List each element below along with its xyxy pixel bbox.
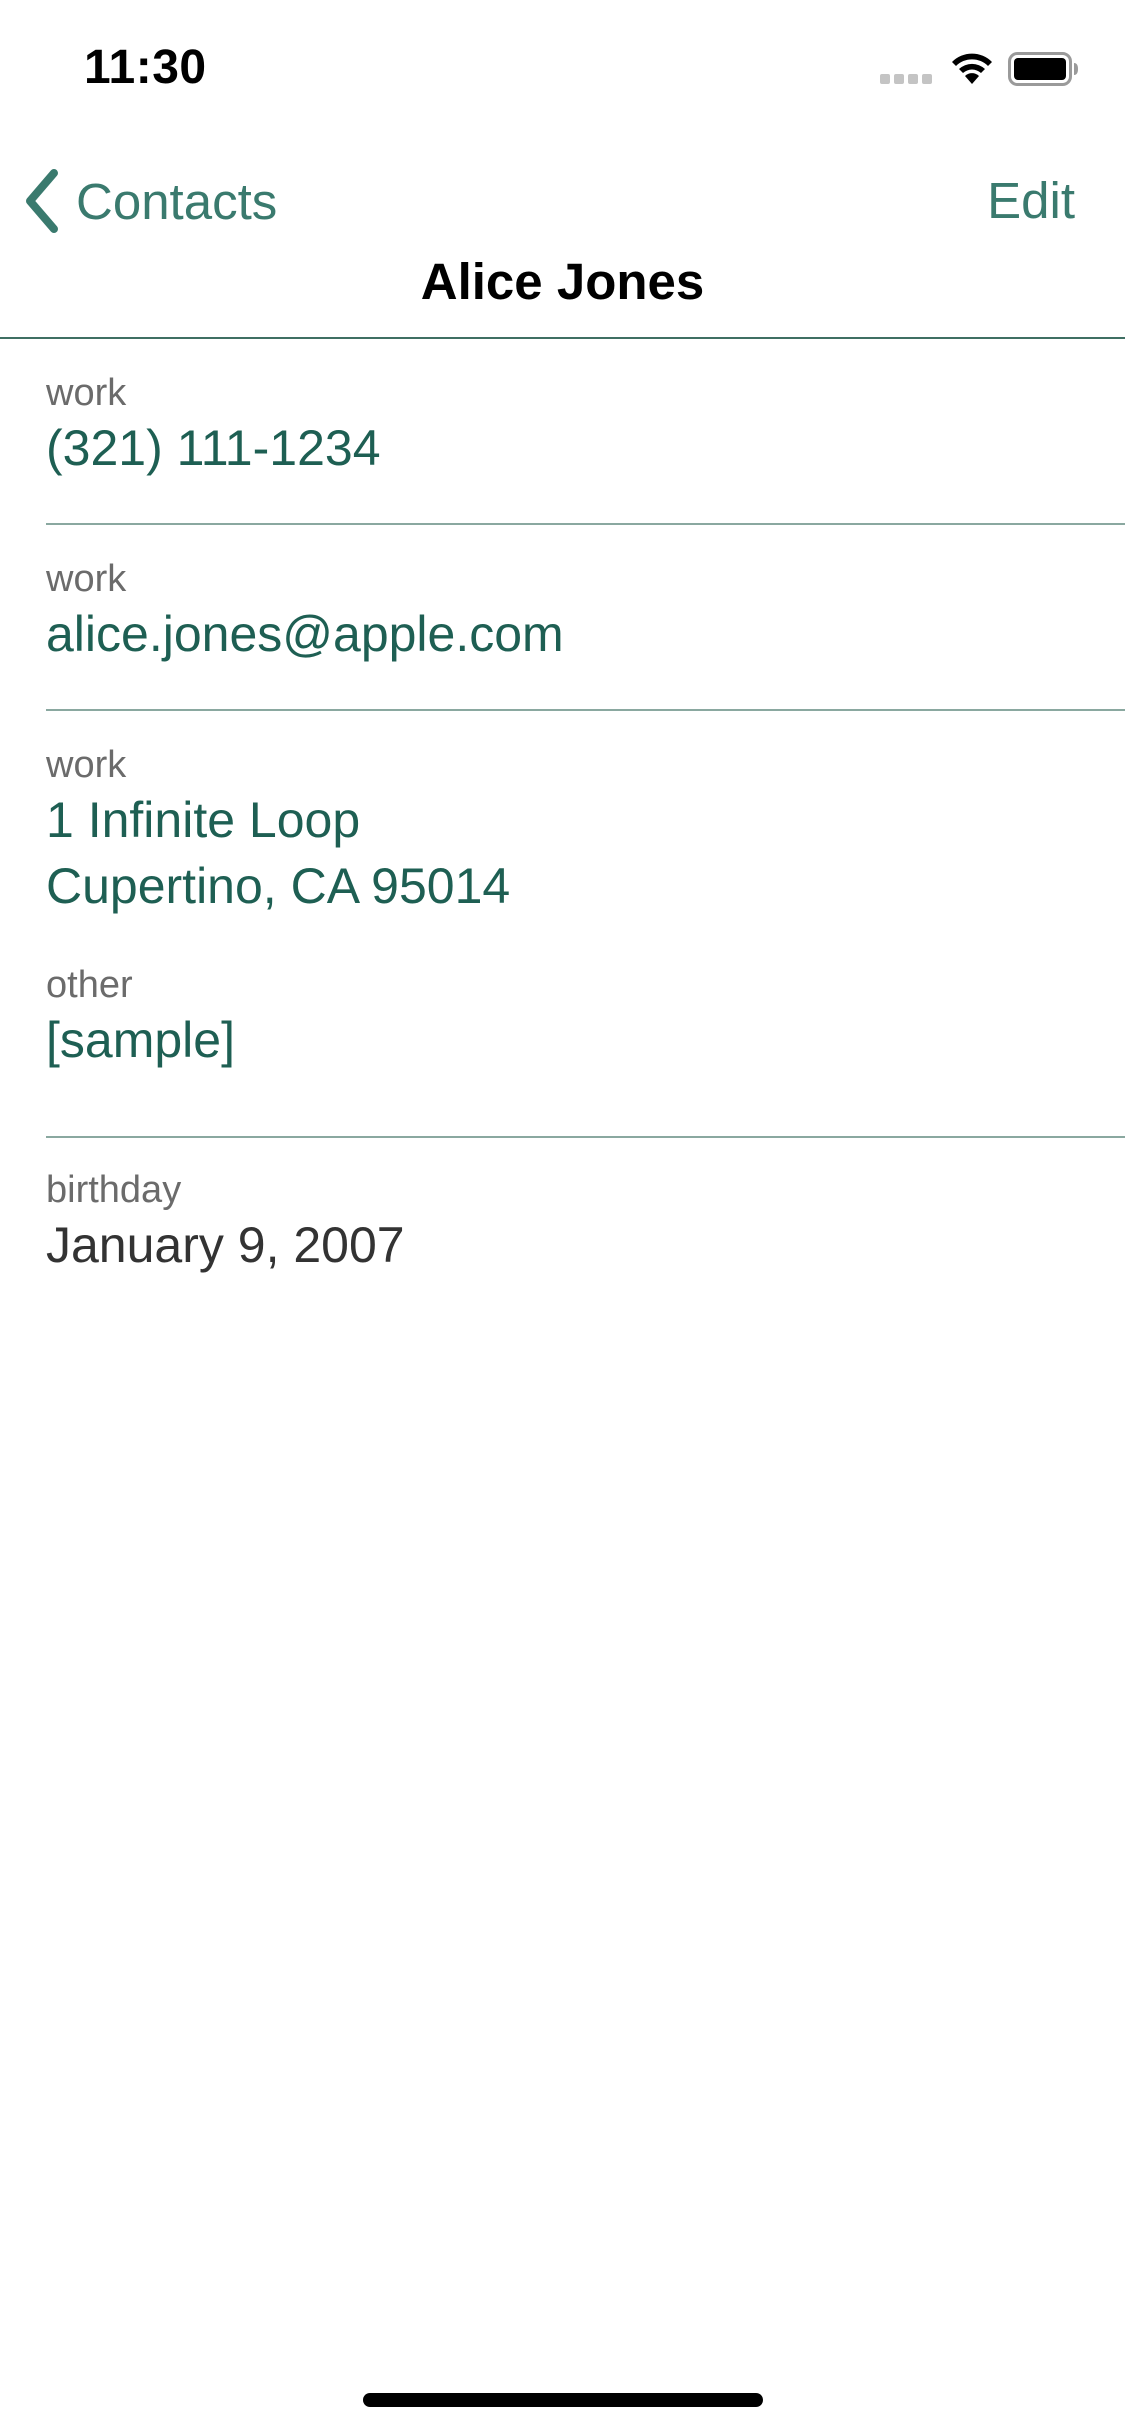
- other-value[interactable]: [sample]: [46, 1007, 1125, 1073]
- contact-detail-list: work (321) 111-1234 work alice.jones@app…: [0, 339, 1125, 1324]
- status-bar: 11:30: [0, 0, 1125, 132]
- email-row[interactable]: work alice.jones@apple.com: [0, 525, 1125, 711]
- cellular-signal-icon: [880, 74, 934, 86]
- page-title: Alice Jones: [420, 253, 705, 310]
- address-label: work: [46, 744, 127, 786]
- edit-button[interactable]: Edit: [987, 166, 1075, 236]
- navigation-bar: Contacts Edit Alice Jones: [0, 132, 1125, 339]
- back-button-label: Contacts: [76, 172, 278, 230]
- battery-icon: [1008, 52, 1080, 86]
- address-row[interactable]: work 1 Infinite Loop Cupertino, CA 95014: [0, 711, 1125, 951]
- phone-row[interactable]: work (321) 111-1234: [0, 339, 1125, 525]
- back-button[interactable]: Contacts: [22, 166, 277, 236]
- birthday-row: birthday January 9, 2007: [0, 1138, 1125, 1324]
- chevron-left-icon: [22, 169, 62, 233]
- other-label: other: [46, 964, 133, 1006]
- email-label: work: [46, 558, 127, 600]
- birthday-value: January 9, 2007: [46, 1217, 405, 1273]
- address-line-2[interactable]: Cupertino, CA 95014: [46, 853, 1125, 919]
- status-time: 11:30: [84, 41, 207, 94]
- address-line-1[interactable]: 1 Infinite Loop: [46, 787, 1125, 853]
- birthday-label: birthday: [46, 1169, 182, 1211]
- other-row[interactable]: other [sample]: [0, 951, 1125, 1138]
- phone-value[interactable]: (321) 111-1234: [46, 415, 1125, 481]
- home-indicator[interactable]: [363, 2393, 763, 2407]
- email-value[interactable]: alice.jones@apple.com: [46, 601, 1125, 667]
- phone-label: work: [46, 372, 127, 414]
- wifi-icon: [948, 50, 996, 86]
